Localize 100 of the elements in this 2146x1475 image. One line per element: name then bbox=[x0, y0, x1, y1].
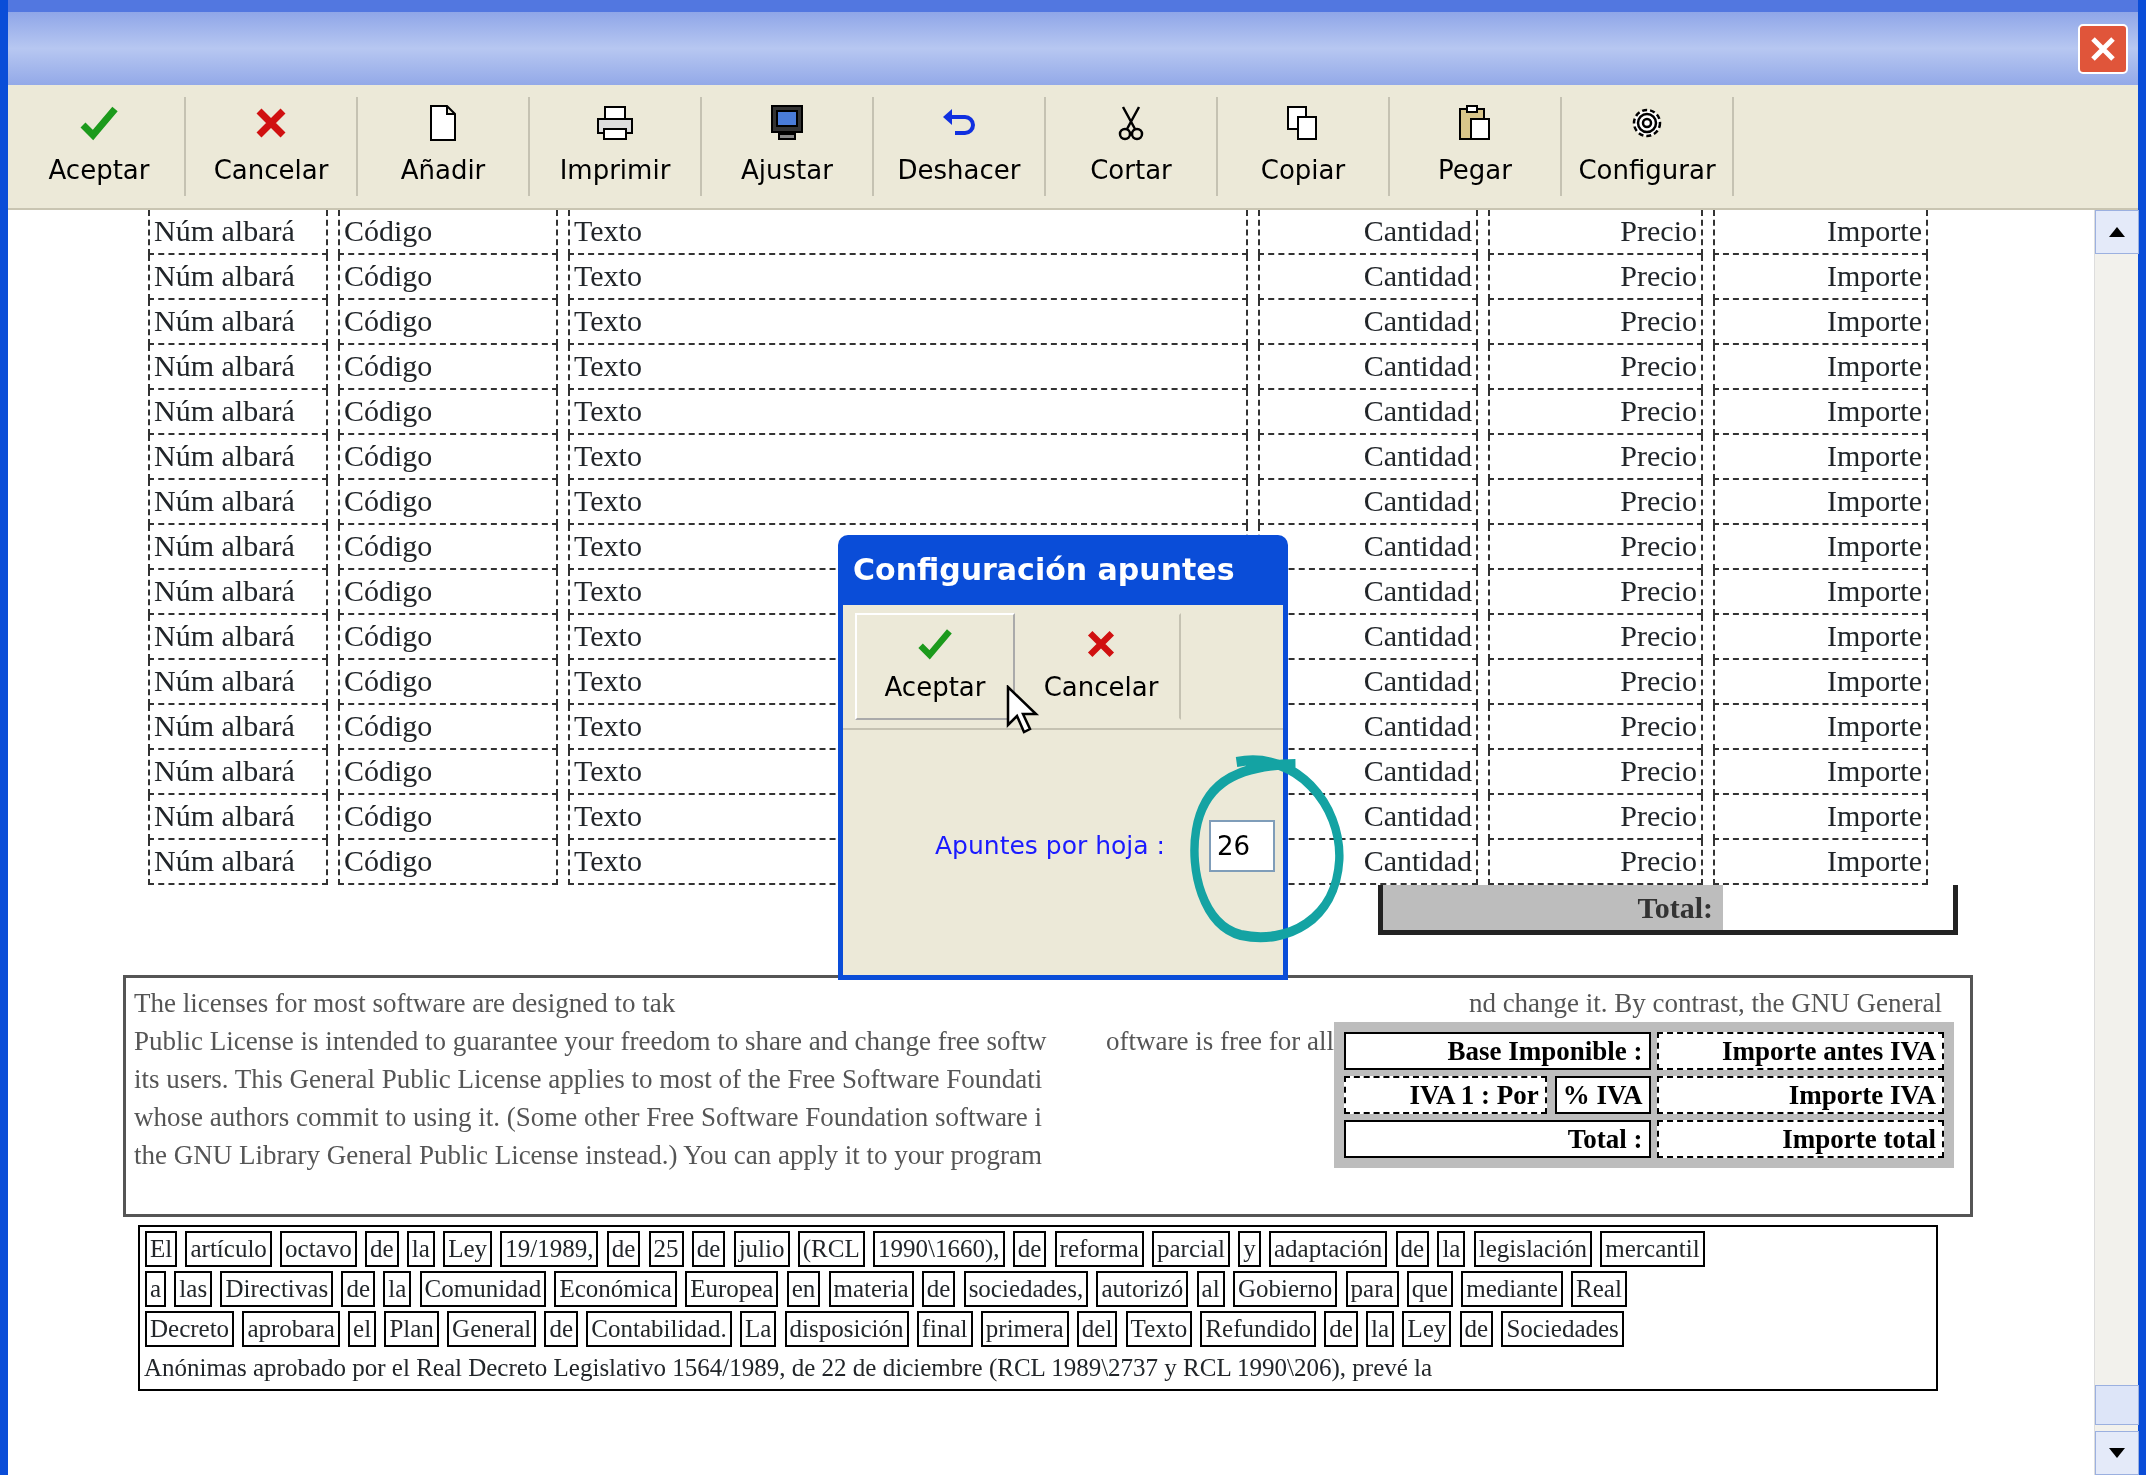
table-cell: Texto bbox=[568, 345, 1248, 390]
license-text: the GNU Library General Public License instead.) You can apply it to your program bbox=[134, 1139, 1043, 1172]
up-arrow-icon bbox=[2109, 227, 2125, 237]
table-cell: Precio bbox=[1488, 300, 1703, 345]
table-cell: Núm albará bbox=[148, 750, 328, 795]
table-cell: Código bbox=[338, 210, 558, 255]
table-cell: Núm albará bbox=[148, 345, 328, 390]
table-cell: Texto bbox=[568, 390, 1248, 435]
close-button[interactable] bbox=[2078, 23, 2128, 74]
table-cell: Cantidad bbox=[1258, 345, 1478, 390]
table-cell: Importe bbox=[1713, 525, 1928, 570]
table-cell: Importe bbox=[1713, 435, 1928, 480]
table-cell: Código bbox=[338, 480, 558, 525]
table-cell: Código bbox=[338, 300, 558, 345]
table-cell: Núm albará bbox=[148, 300, 328, 345]
table-cell: Núm albará bbox=[148, 795, 328, 840]
toolbar-button[interactable]: Copiar bbox=[1218, 97, 1390, 196]
toolbar-button[interactable]: Pegar bbox=[1390, 97, 1562, 196]
license-text: nd change it. By contrast, the GNU General bbox=[1468, 987, 1942, 1020]
table-cell: Importe bbox=[1713, 390, 1928, 435]
table-cell: Código bbox=[338, 840, 558, 885]
table-cell: Precio bbox=[1488, 210, 1703, 255]
table-cell: Texto bbox=[568, 255, 1248, 300]
table-cell: Precio bbox=[1488, 435, 1703, 480]
toolbar-button[interactable]: Cancelar bbox=[186, 97, 358, 196]
table-cell: Importe bbox=[1713, 480, 1928, 525]
toolbar-button[interactable]: Añadir bbox=[358, 97, 530, 196]
table-cell: Código bbox=[338, 255, 558, 300]
table-cell: Núm albará bbox=[148, 255, 328, 300]
table-cell: Código bbox=[338, 660, 558, 705]
totals-value: Importe total bbox=[1656, 1120, 1944, 1158]
table-cell: Núm albará bbox=[148, 390, 328, 435]
table-cell: Precio bbox=[1488, 390, 1703, 435]
table-cell: Código bbox=[338, 390, 558, 435]
table-cell: Núm albará bbox=[148, 570, 328, 615]
table-cell: Cantidad bbox=[1258, 255, 1478, 300]
table-cell: Texto bbox=[568, 480, 1248, 525]
toolbar-button[interactable]: Ajustar bbox=[702, 97, 874, 196]
table-cell: Importe bbox=[1713, 570, 1928, 615]
table-cell: Precio bbox=[1488, 345, 1703, 390]
table-cell: Cantidad bbox=[1258, 300, 1478, 345]
paragraph-line: a las Directivas de la Comunidad Económica Europea en materia de sociedades, autorizó al Gobierno para que mediante Real bbox=[144, 1269, 1932, 1309]
table-cell: Texto bbox=[568, 300, 1248, 345]
totals-value: Importe antes IVA bbox=[1656, 1032, 1944, 1070]
number-input-field[interactable]: 26 bbox=[1209, 820, 1275, 872]
license-text: whose authors commit to using it. (Some other Free Software Foundation software i bbox=[134, 1101, 1043, 1134]
paragraph-line: El artículo octavo de la Ley 19/1989, de 25 de julio (RCL 1990\1660), de reforma parcial y adaptación de la legislación mercantil bbox=[144, 1229, 1932, 1269]
table-cell: Núm albará bbox=[148, 615, 328, 660]
license-text: Public License is intended to guarantee your freedom to share and change free softw bbox=[134, 1025, 1047, 1058]
table-cell: Núm albará bbox=[148, 705, 328, 750]
table-cell: Código bbox=[338, 345, 558, 390]
table-cell: Núm albará bbox=[148, 435, 328, 480]
totals-label: % IVA bbox=[1554, 1076, 1651, 1114]
table-cell: Precio bbox=[1488, 255, 1703, 300]
totals-value: Importe IVA bbox=[1656, 1076, 1944, 1114]
table-cell: Importe bbox=[1713, 345, 1928, 390]
table-cell: Núm albará bbox=[148, 480, 328, 525]
license-text: its users. This General Public License applies to most of the Free Software Foundati bbox=[134, 1063, 1043, 1096]
table-cell: Cantidad bbox=[1258, 480, 1478, 525]
table-cell: Cantidad bbox=[1258, 210, 1478, 255]
scroll-down-button[interactable] bbox=[2095, 1431, 2139, 1475]
table-cell: Núm albará bbox=[148, 840, 328, 885]
table-cell: Importe bbox=[1713, 795, 1928, 840]
toolbar-button[interactable]: Imprimir bbox=[530, 97, 702, 196]
paragraph-line: Anónimas aprobado por el Real Decreto Legislativo 1564/1989, de 22 de diciembre (RCL 1989\2737 y RCL 1990\206), prevé la bbox=[144, 1353, 1434, 1384]
table-cell: Importe bbox=[1713, 255, 1928, 300]
scroll-up-button[interactable] bbox=[2095, 210, 2139, 254]
table-cell: Núm albará bbox=[148, 210, 328, 255]
paragraph-line: Decreto aprobara el Plan General de Contabilidad. La disposición final primera del Texto Refundido de la Ley de Sociedades bbox=[144, 1309, 1932, 1349]
table-cell: Código bbox=[338, 750, 558, 795]
table-cell: Importe bbox=[1713, 750, 1928, 795]
table-cell: Importe bbox=[1713, 660, 1928, 705]
table-cell: Importe bbox=[1713, 210, 1928, 255]
toolbar-button[interactable]: Deshacer bbox=[874, 97, 1046, 196]
table-cell: Precio bbox=[1488, 480, 1703, 525]
totals-label: Total : bbox=[1344, 1120, 1651, 1158]
table-cell: Importe bbox=[1713, 705, 1928, 750]
printer-icon bbox=[595, 103, 635, 143]
table-cell: Precio bbox=[1488, 705, 1703, 750]
totals-label: Base Imponible : bbox=[1344, 1032, 1651, 1070]
license-text: The licenses for most software are designed to tak bbox=[134, 987, 676, 1020]
scrollbar-thumb[interactable] bbox=[2095, 1385, 2139, 1425]
table-cell: Precio bbox=[1488, 660, 1703, 705]
table-cell: Código bbox=[338, 570, 558, 615]
table-cell: Código bbox=[338, 795, 558, 840]
table-cell: Importe bbox=[1713, 300, 1928, 345]
toolbar-button[interactable]: Aceptar bbox=[14, 97, 186, 196]
license-text: oftware is free for all bbox=[1106, 1025, 1334, 1058]
toolbar-button[interactable]: Cortar bbox=[1046, 97, 1218, 196]
table-cell: Código bbox=[338, 525, 558, 570]
dialog-button[interactable]: Aceptar bbox=[855, 613, 1015, 720]
table-cell: Precio bbox=[1488, 615, 1703, 660]
down-arrow-icon bbox=[2109, 1448, 2125, 1458]
table-cell: Texto bbox=[568, 435, 1248, 480]
totals-label: IVA 1 : Por bbox=[1344, 1076, 1547, 1114]
table-cell: Precio bbox=[1488, 795, 1703, 840]
mouse-pointer-icon bbox=[1006, 685, 1040, 735]
table-cell: Núm albará bbox=[148, 525, 328, 570]
toolbar-button[interactable]: Configurar bbox=[1562, 97, 1734, 196]
table-cell: Código bbox=[338, 705, 558, 750]
